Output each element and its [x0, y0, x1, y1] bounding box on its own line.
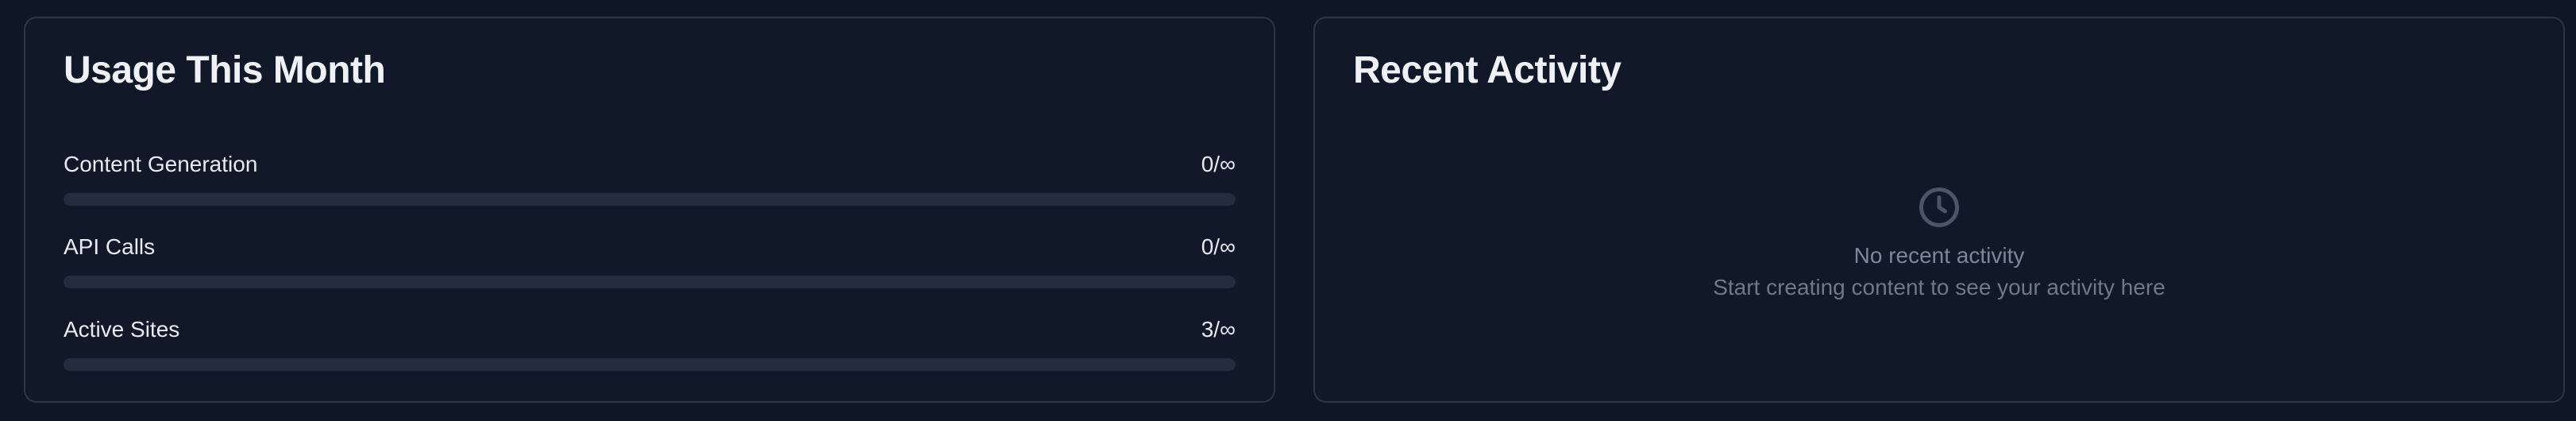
- usage-progress-track: [64, 276, 1236, 288]
- recent-activity-card: Recent Activity No recent activity Start…: [1313, 17, 2565, 403]
- clock-icon: [1919, 187, 1959, 227]
- usage-progress-track: [64, 358, 1236, 371]
- usage-label: API Calls: [64, 234, 156, 259]
- usage-value: 3/∞: [1201, 317, 1236, 342]
- usage-value: 0/∞: [1201, 152, 1236, 176]
- usage-list: Content Generation 0/∞ API Calls 0/∞ Act…: [64, 136, 1236, 384]
- usage-card-title: Usage This Month: [64, 49, 386, 91]
- empty-state-subtitle: Start creating content to see your activ…: [1713, 275, 2165, 299]
- activity-card-title: Recent Activity: [1353, 49, 1622, 91]
- empty-state-title: No recent activity: [1853, 243, 2025, 268]
- usage-this-month-card: Usage This Month Content Generation 0/∞ …: [24, 17, 1275, 403]
- usage-label: Content Generation: [64, 152, 258, 176]
- activity-empty-state: No recent activity Start creating conten…: [1315, 183, 2563, 299]
- usage-row-active-sites: Active Sites 3/∞: [64, 301, 1236, 384]
- usage-progress-track: [64, 193, 1236, 206]
- usage-row-api-calls: API Calls 0/∞: [64, 218, 1236, 301]
- usage-label: Active Sites: [64, 317, 180, 342]
- usage-value: 0/∞: [1201, 234, 1236, 259]
- usage-row-content-generation: Content Generation 0/∞: [64, 136, 1236, 218]
